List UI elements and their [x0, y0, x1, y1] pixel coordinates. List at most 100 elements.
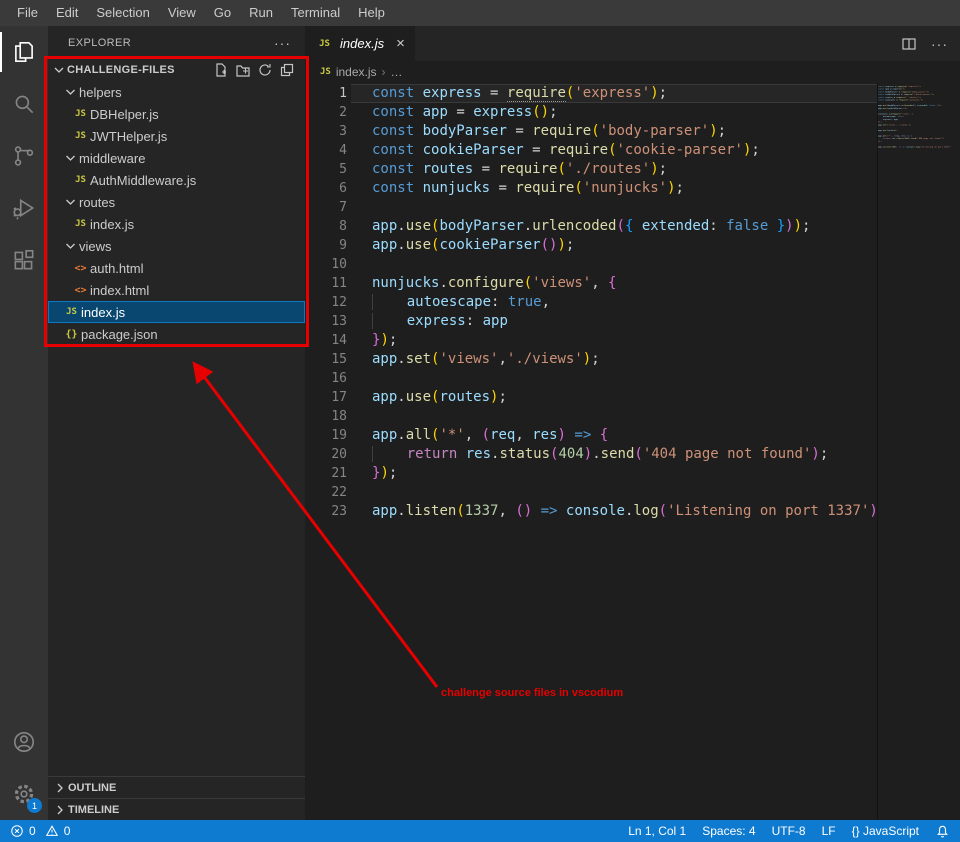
timeline-section[interactable]: TIMELINE — [48, 798, 305, 820]
folder-helpers[interactable]: helpers — [48, 81, 305, 103]
split-editor-icon[interactable] — [901, 36, 917, 52]
status--javascript[interactable]: {} JavaScript — [844, 824, 927, 838]
file-label: middleware — [79, 151, 145, 166]
tab-close-icon[interactable]: × — [396, 35, 405, 52]
status-lf[interactable]: LF — [814, 824, 844, 838]
menu-terminal[interactable]: Terminal — [282, 0, 349, 26]
menu-run[interactable]: Run — [240, 0, 282, 26]
code-line-2[interactable]: const app = express(); — [372, 103, 877, 122]
source-control-icon[interactable] — [0, 130, 48, 182]
error-icon — [10, 824, 24, 838]
run-debug-icon[interactable] — [0, 182, 48, 234]
code-line-15[interactable]: app.set('views','./views'); — [372, 350, 877, 369]
folder-routes[interactable]: routes — [48, 191, 305, 213]
code-line-14[interactable]: }); — [372, 331, 877, 350]
menu-selection[interactable]: Selection — [87, 0, 158, 26]
menu-go[interactable]: Go — [205, 0, 240, 26]
breadcrumb-file[interactable]: index.js — [336, 65, 377, 79]
code-line-21[interactable]: }); — [372, 464, 877, 483]
folder-views[interactable]: views — [48, 235, 305, 257]
explorer-icon[interactable] — [0, 26, 48, 78]
file-dbhelper-js[interactable]: JSDBHelper.js — [48, 103, 305, 125]
menu-view[interactable]: View — [159, 0, 205, 26]
file-index-js[interactable]: JSindex.js — [48, 301, 305, 323]
code-line-16[interactable] — [372, 369, 877, 388]
js-file-icon: JS — [315, 39, 334, 49]
line-number: 21 — [305, 464, 351, 483]
vscodium-window: FileEditSelectionViewGoRunTerminalHelp — [0, 0, 960, 842]
file-package-json[interactable]: {}package.json — [48, 323, 305, 345]
code-line-13[interactable]: express: app — [372, 312, 877, 331]
section-challenge-files[interactable]: CHALLENGE-FILES — [48, 59, 305, 81]
code-line-19[interactable]: app.all('*', (req, res) => { — [372, 426, 877, 445]
account-icon[interactable] — [0, 716, 48, 768]
code-editor[interactable]: const express = require('express');const… — [351, 83, 877, 820]
problems-status[interactable]: 0 0 — [10, 824, 74, 838]
line-number: 12 — [305, 293, 351, 312]
code-line-20[interactable]: return res.status(404).send('404 page no… — [372, 445, 877, 464]
code-line-11[interactable]: nunjucks.configure('views', { — [372, 274, 877, 293]
code-line-9[interactable]: app.use(cookieParser()); — [372, 236, 877, 255]
file-jwthelper-js[interactable]: JSJWTHelper.js — [48, 125, 305, 147]
line-number: 8 — [305, 217, 351, 236]
line-number-gutter: 1234567891011121314151617181920212223 — [305, 83, 351, 820]
status-items: Ln 1, Col 1Spaces: 4UTF-8LF{} JavaScript — [620, 824, 927, 838]
settings-gear-icon[interactable]: 1 — [0, 768, 48, 820]
breadcrumb[interactable]: JS index.js › … — [305, 61, 960, 83]
minimap[interactable]: const express = require('express');const… — [877, 83, 954, 820]
js-file-icon: JS — [71, 219, 90, 229]
menu-edit[interactable]: Edit — [47, 0, 87, 26]
new-folder-icon[interactable] — [235, 62, 251, 78]
menu-file[interactable]: File — [8, 0, 47, 26]
code-line-6[interactable]: const nunjucks = require('nunjucks'); — [372, 179, 877, 198]
editor-more-actions-icon[interactable]: ··· — [931, 36, 948, 52]
code-line-1[interactable]: const express = require('express'); — [351, 84, 877, 103]
breadcrumb-symbol[interactable]: … — [391, 65, 403, 79]
line-number: 4 — [305, 141, 351, 160]
chevron-down-icon — [62, 238, 79, 254]
line-number: 20 — [305, 445, 351, 464]
breadcrumb-separator: › — [382, 65, 386, 79]
code-line-10[interactable] — [372, 255, 877, 274]
line-number: 2 — [305, 103, 351, 122]
file-label: index.html — [90, 283, 149, 298]
minimap-content: const express = require('express');const… — [878, 85, 954, 148]
file-authmiddleware-js[interactable]: JSAuthMiddleware.js — [48, 169, 305, 191]
status-ln-1-col-1[interactable]: Ln 1, Col 1 — [620, 824, 694, 838]
file-tree: helpersJSDBHelper.jsJSJWTHelper.js middle… — [48, 81, 305, 776]
code-line-22[interactable] — [372, 483, 877, 502]
new-file-icon[interactable] — [213, 62, 229, 78]
code-line-23[interactable]: app.listen(1337, () => console.log('List… — [372, 502, 877, 521]
code-line-8[interactable]: app.use(bodyParser.urlencoded({ extended… — [372, 217, 877, 236]
menu-bar: FileEditSelectionViewGoRunTerminalHelp — [0, 0, 960, 26]
code-line-17[interactable]: app.use(routes); — [372, 388, 877, 407]
sidebar-bottom-sections: OUTLINE TIMELINE — [48, 776, 305, 820]
folder-middleware[interactable]: middleware — [48, 147, 305, 169]
chevron-down-icon — [62, 150, 79, 166]
code-line-5[interactable]: const routes = require('./routes'); — [372, 160, 877, 179]
extensions-icon[interactable] — [0, 234, 48, 286]
tab-label: index.js — [340, 36, 384, 51]
file-label: index.js — [81, 305, 125, 320]
search-icon[interactable] — [0, 78, 48, 130]
file-auth-html[interactable]: <>auth.html — [48, 257, 305, 279]
refresh-icon[interactable] — [257, 62, 273, 78]
line-number: 16 — [305, 369, 351, 388]
json-file-icon: {} — [62, 329, 81, 340]
file-index-html[interactable]: <>index.html — [48, 279, 305, 301]
code-line-4[interactable]: const cookieParser = require('cookie-par… — [372, 141, 877, 160]
outline-section[interactable]: OUTLINE — [48, 776, 305, 798]
code-line-7[interactable] — [372, 198, 877, 217]
code-line-18[interactable] — [372, 407, 877, 426]
status-utf-8[interactable]: UTF-8 — [764, 824, 814, 838]
code-line-3[interactable]: const bodyParser = require('body-parser'… — [372, 122, 877, 141]
file-label: auth.html — [90, 261, 143, 276]
status-spaces-4[interactable]: Spaces: 4 — [694, 824, 763, 838]
code-line-12[interactable]: autoescape: true, — [372, 293, 877, 312]
file-index-js[interactable]: JSindex.js — [48, 213, 305, 235]
menu-help[interactable]: Help — [349, 0, 394, 26]
bell-icon[interactable] — [935, 824, 950, 839]
sidebar-more-actions-icon[interactable]: ··· — [274, 35, 291, 51]
tab-index-js[interactable]: JS index.js × — [305, 26, 415, 61]
collapse-all-icon[interactable] — [279, 62, 295, 78]
